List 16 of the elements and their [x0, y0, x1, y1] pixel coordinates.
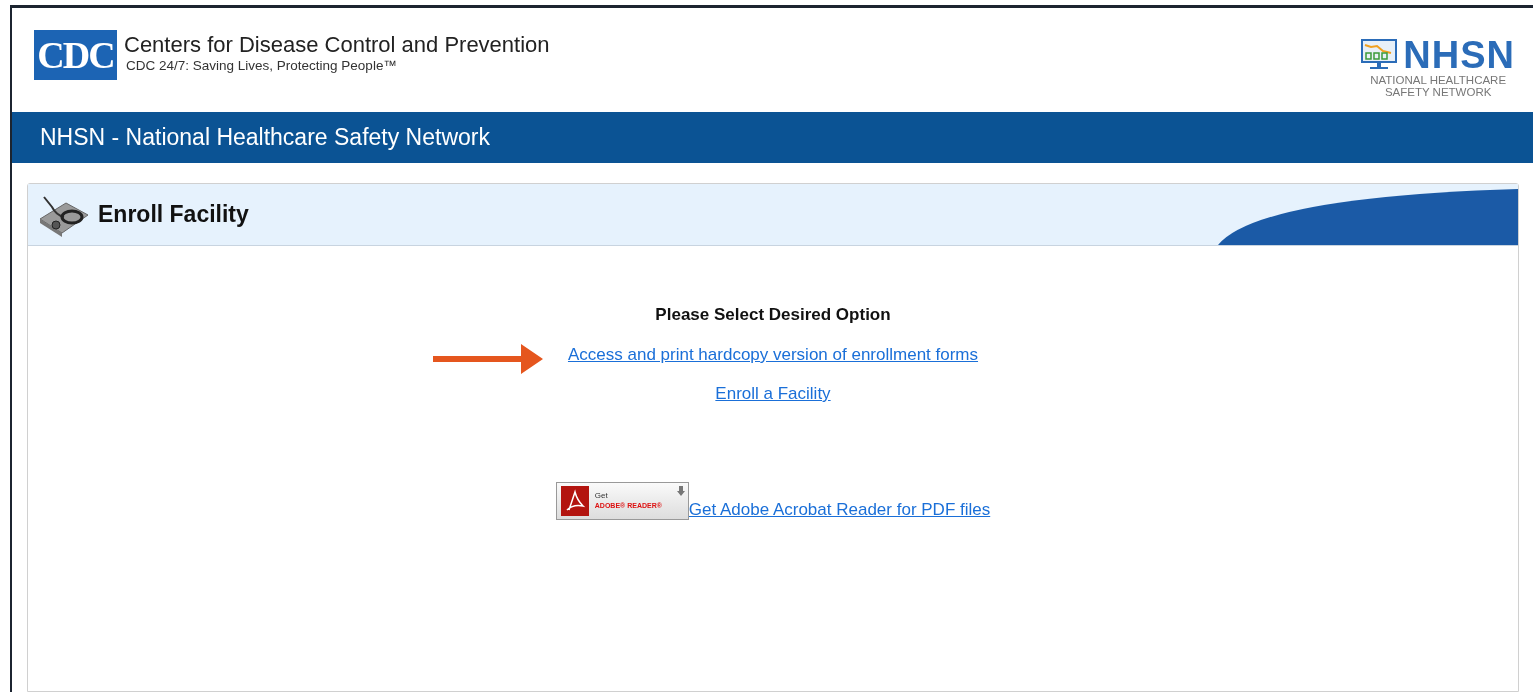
badge-text: Get	[594, 491, 609, 501]
monitor-chart-icon	[1361, 39, 1398, 71]
options-heading: Please Select Desired Option	[655, 304, 891, 326]
nhsn-logo-subtitle: SAFETY NETWORK	[1384, 86, 1492, 98]
download-icon	[676, 486, 685, 496]
option-link[interactable]: Access and print hardcopy version of enrollment forms	[567, 345, 979, 364]
panel-title: Enroll Facility	[98, 200, 249, 230]
header-title: Centers for Disease Control and Prevention	[124, 32, 550, 58]
nhsn-logo-text: NHSN	[1403, 36, 1515, 74]
cdc-logo: CDC	[34, 30, 117, 80]
banner-title: NHSN - National Healthcare Safety Network	[40, 123, 490, 153]
option-link[interactable]: Enroll a Facility	[715, 384, 831, 403]
reader-download-link[interactable]: Get Adobe Acrobat Reader for PDF files	[688, 500, 991, 520]
header-tagline: CDC 24/7: Saving Lives, Protecting People™	[125, 58, 398, 74]
pdf-icon	[560, 486, 589, 516]
nhsn-logo-subtitle: NATIONAL HEALTHCARE	[1370, 74, 1507, 86]
